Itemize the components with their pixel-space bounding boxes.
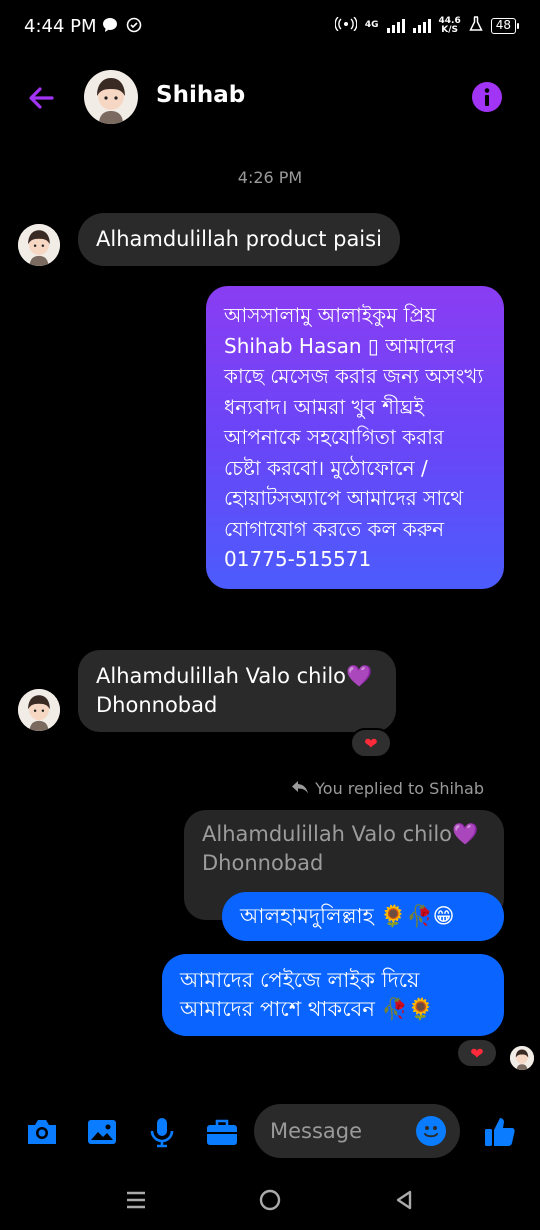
seen-avatar [510, 1046, 534, 1070]
outgoing-message-bubble[interactable]: আমাদের পেইজে লাইক দিয়ে আমাদের পাশে থাকব… [162, 954, 504, 1036]
back-nav-icon[interactable] [384, 1184, 424, 1216]
chat-header: Shihab [0, 56, 540, 140]
sender-avatar[interactable] [18, 689, 60, 731]
info-icon[interactable] [472, 82, 502, 112]
outgoing-message-bubble[interactable]: আসসালামু আলাইকুম প্রিয় Shihab Hasan ▯ আ… [206, 286, 504, 589]
reply-label-text: You replied to Shihab [315, 779, 484, 798]
briefcase-icon[interactable] [204, 1114, 240, 1150]
contact-avatar[interactable] [84, 70, 138, 124]
menu-icon[interactable] [116, 1184, 156, 1216]
battery-icon: 48 [490, 17, 520, 34]
reply-label: You replied to Shihab [291, 779, 484, 798]
back-arrow-icon[interactable] [22, 78, 62, 118]
network-type: 4G [364, 20, 379, 30]
status-time: 4:44 PM [24, 16, 97, 37]
heart-reaction-icon[interactable]: ❤ [456, 1038, 498, 1068]
incoming-message-bubble[interactable]: Alhamdulillah product paisi [78, 213, 400, 266]
signal-icon [386, 18, 405, 33]
sync-icon [126, 17, 142, 37]
chat-notification-icon [102, 17, 118, 37]
camera-icon[interactable] [24, 1114, 60, 1150]
chat-timestamp: 4:26 PM [237, 168, 303, 187]
reply-arrow-icon [291, 779, 309, 798]
flask-icon [469, 16, 483, 35]
hotspot-icon [334, 16, 358, 34]
status-bar: 4:44 PM 4G 44.6 K/S 48 [0, 0, 540, 56]
outgoing-message-bubble[interactable]: আলহামদুলিল্লাহ 🌻🥀😁 [222, 892, 504, 941]
net-speed-unit: K/S [441, 24, 458, 35]
microphone-icon[interactable] [144, 1114, 180, 1150]
system-nav-bar [0, 1170, 540, 1230]
emoji-icon[interactable] [416, 1116, 446, 1146]
home-icon[interactable] [250, 1184, 290, 1216]
contact-name[interactable]: Shihab [156, 82, 245, 108]
incoming-message-bubble[interactable]: Alhamdulillah Valo chilo💜 Dhonnobad [78, 650, 396, 732]
signal-icon-2 [412, 18, 431, 33]
gallery-icon[interactable] [84, 1114, 120, 1150]
thumbs-up-icon[interactable] [482, 1114, 518, 1150]
message-composer [0, 1100, 540, 1164]
sender-avatar[interactable] [18, 224, 60, 266]
heart-reaction-icon[interactable]: ❤ [350, 728, 392, 758]
